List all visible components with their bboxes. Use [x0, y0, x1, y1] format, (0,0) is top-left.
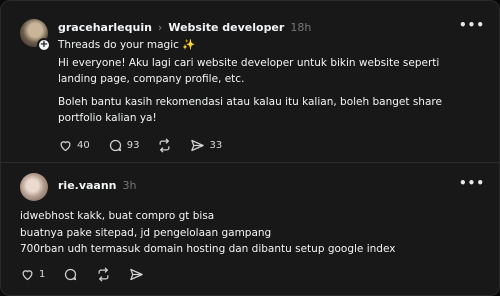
more-horizontal-icon[interactable]: •••: [459, 177, 484, 189]
comment-icon: [109, 139, 121, 151]
original-post: + graceharlequin › Website developer 18h…: [1, 1, 499, 162]
post-header: graceharlequin › Website developer 18h: [58, 19, 311, 35]
reply-count: 93: [126, 139, 140, 151]
timestamp: 3h: [122, 178, 137, 192]
repost-button[interactable]: [96, 267, 111, 282]
post-text-line: Threads do your magic ✨: [58, 39, 196, 51]
post-paragraph: Boleh bantu kasih rekomendasi atau kalau…: [58, 96, 442, 124]
like-count: 40: [77, 139, 90, 151]
like-count: 1: [39, 268, 46, 280]
post-header: rie.vaann 3h: [58, 177, 137, 193]
like-button[interactable]: 40: [58, 138, 90, 153]
more-horizontal-icon[interactable]: •••: [459, 19, 484, 31]
avatar[interactable]: [20, 173, 48, 201]
threads-reply-panel: + graceharlequin › Website developer 18h…: [0, 0, 500, 296]
username[interactable]: rie.vaann: [58, 179, 117, 192]
heart-icon: [22, 269, 33, 280]
timestamp: 18h: [290, 20, 312, 34]
heart-icon: [60, 140, 71, 151]
reply-text-line: idwebhost kakk, buat compro gt bisa: [20, 210, 215, 222]
topic-tag[interactable]: Website developer: [168, 21, 284, 34]
reply-post: rie.vaann 3h ••• idwebhost kakk, buat co…: [1, 162, 499, 295]
repost-button[interactable]: [157, 138, 172, 153]
repost-icon: [98, 267, 109, 281]
repost-icon: [159, 138, 170, 152]
send-icon: [191, 139, 205, 151]
username[interactable]: graceharlequin: [58, 21, 152, 34]
reply-button[interactable]: 93: [108, 138, 140, 153]
comment-icon: [65, 268, 77, 280]
reply-text-line: buatnya pake sitepad, jd pengelolaan gam…: [20, 226, 272, 239]
share-button[interactable]: 33: [190, 138, 222, 153]
send-icon: [130, 268, 144, 280]
reply-text-line: 700rban udh termasuk domain hosting dan …: [20, 243, 396, 255]
post-paragraph: Hi everyone! Aku lagi cari website devel…: [58, 57, 440, 85]
reply-button[interactable]: [63, 267, 78, 282]
plus-icon[interactable]: +: [37, 38, 51, 52]
share-button[interactable]: [129, 267, 144, 282]
like-button[interactable]: 1: [20, 267, 45, 282]
chevron-right-icon: ›: [157, 20, 163, 34]
action-bar: 1: [20, 266, 162, 282]
share-count: 33: [209, 139, 223, 151]
reply-text: idwebhost kakk, buat compro gt bisa buat…: [20, 208, 479, 258]
action-bar: 40 93 33: [58, 137, 240, 153]
